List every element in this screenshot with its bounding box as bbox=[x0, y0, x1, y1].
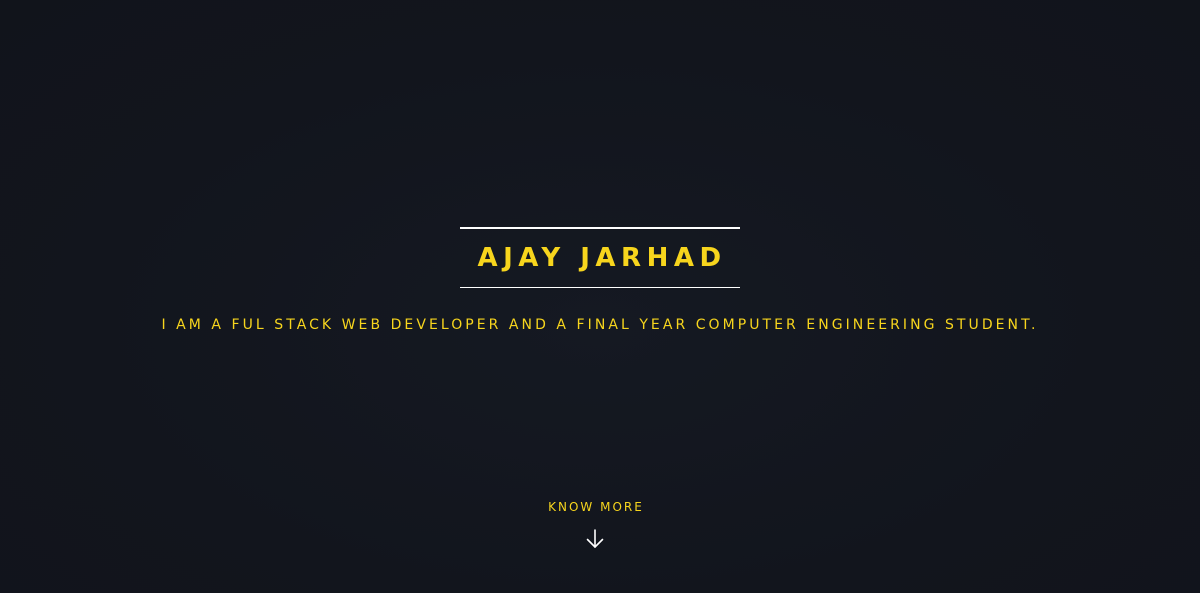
tagline: I AM A FUL STACK WEB DEVELOPER AND A FIN… bbox=[161, 317, 1039, 333]
know-more-label: KNOW MORE bbox=[548, 500, 644, 514]
page-title: AJAY JARHAD bbox=[477, 243, 727, 273]
hero-section: AJAY JARHAD I AM A FUL STACK WEB DEVELOP… bbox=[0, 0, 1200, 593]
name-frame: AJAY JARHAD bbox=[460, 227, 740, 288]
know-more-link[interactable]: KNOW MORE bbox=[500, 498, 692, 554]
arrow-down-icon bbox=[586, 529, 604, 548]
